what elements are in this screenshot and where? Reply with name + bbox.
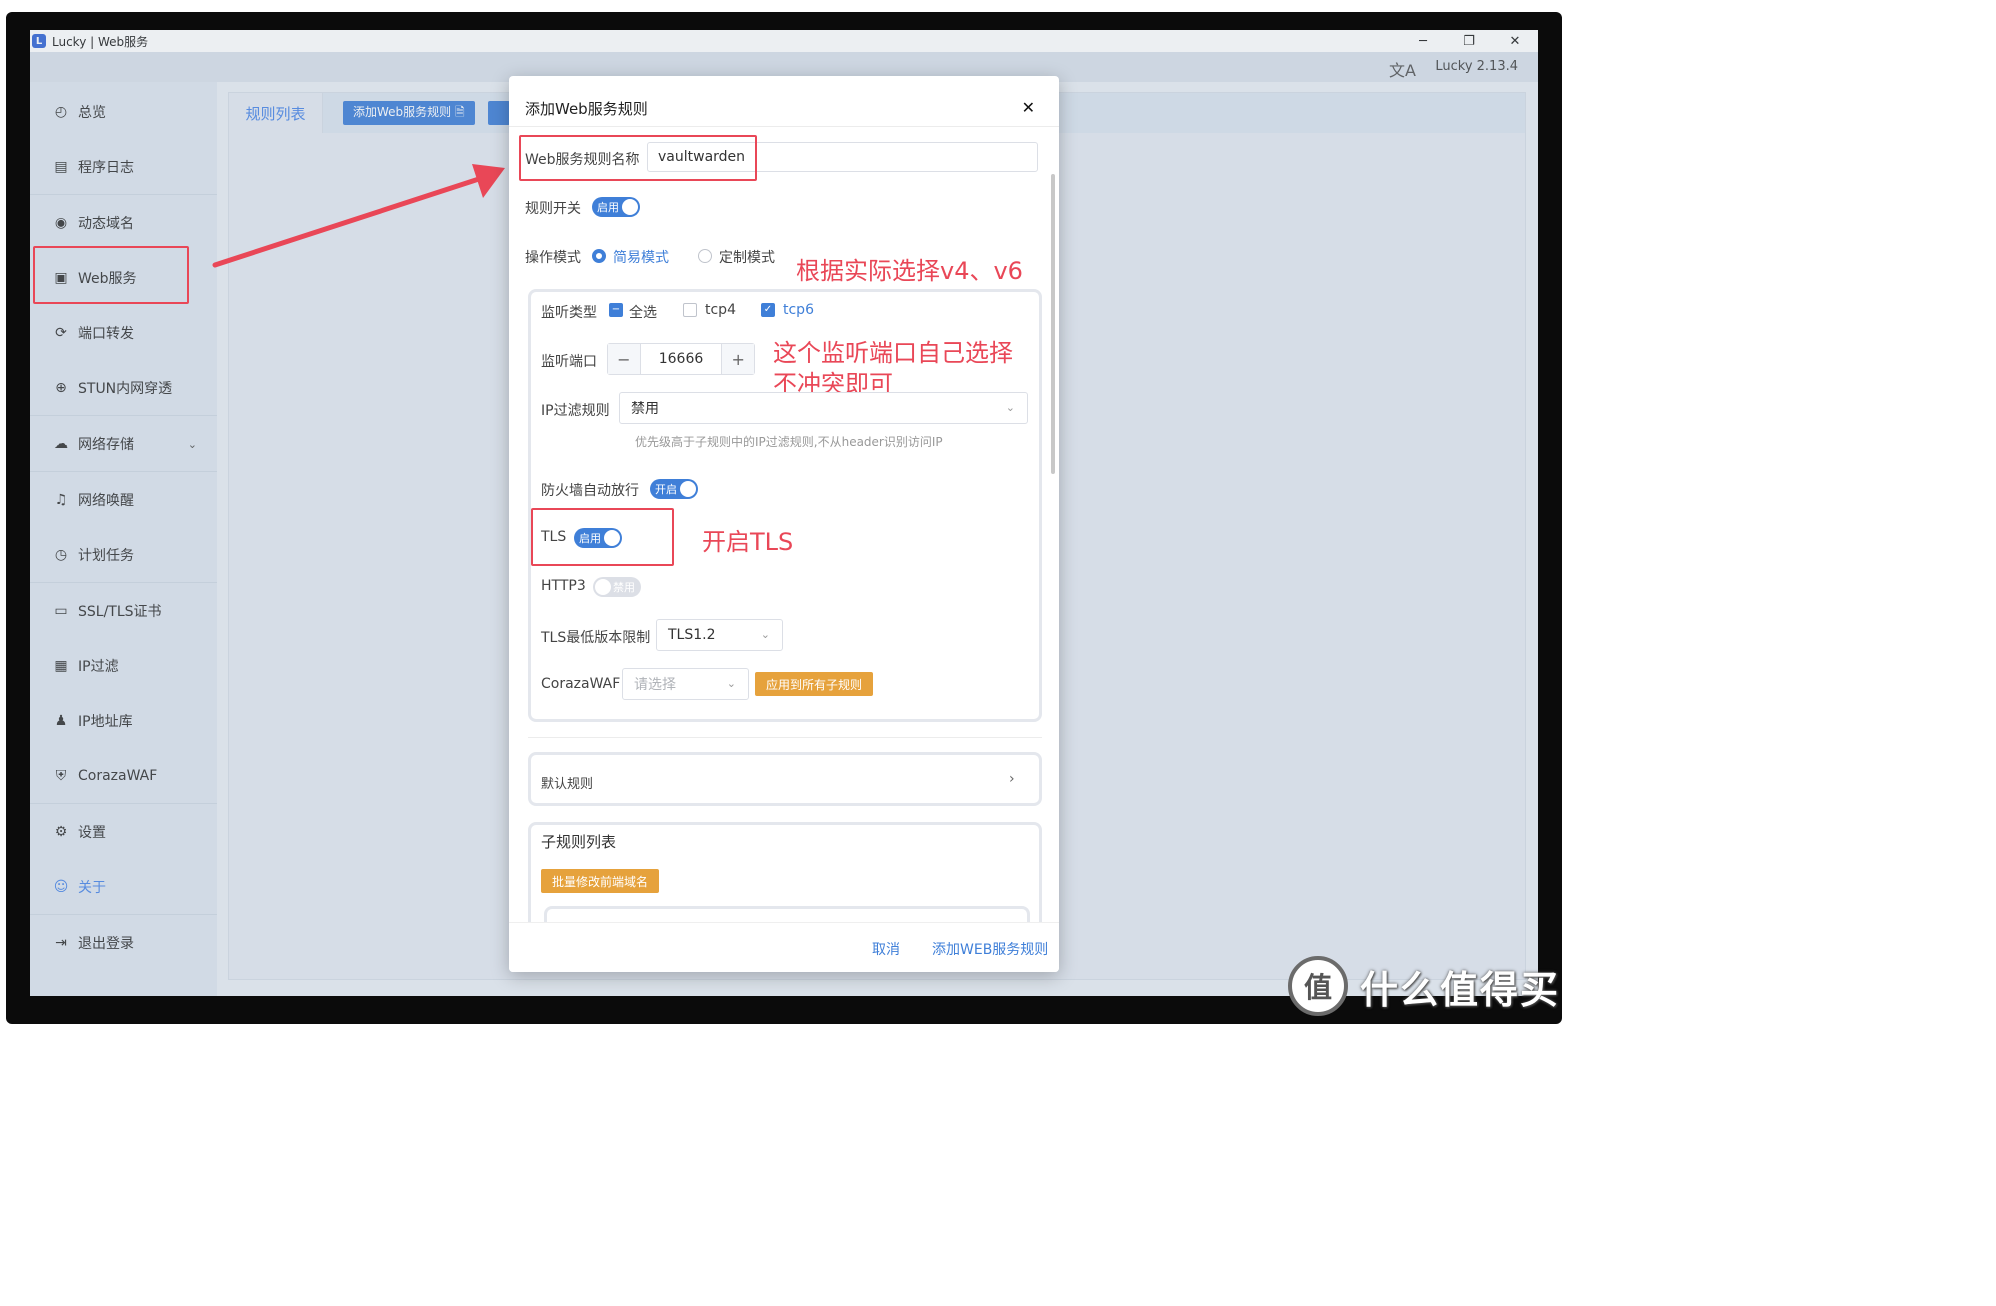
watermark-text: 什么值得买 bbox=[1359, 967, 1560, 1012]
apply-all-subrules-button[interactable]: 应用到所有子规则 bbox=[755, 672, 873, 696]
waf-select[interactable]: 请选择 ⌄ bbox=[622, 668, 749, 700]
watermark-logo-icon: 值 bbox=[1287, 956, 1348, 1016]
sub-rules-title: 子规则列表 bbox=[541, 833, 617, 851]
toggle-text: 启用 bbox=[597, 201, 619, 214]
ip-filter-hint: 优先级高于子规则中的IP过滤规则,不从header识别访问IP bbox=[635, 435, 943, 449]
close-icon[interactable]: ✕ bbox=[1022, 98, 1035, 117]
annotation-enable-tls: 开启TLS bbox=[702, 528, 794, 556]
dialog-divider bbox=[509, 126, 1059, 127]
annotation-port-line1: 这个监听端口自己选择 bbox=[773, 339, 1013, 367]
tcp6-label[interactable]: tcp6 bbox=[783, 302, 814, 318]
increment-button[interactable]: + bbox=[722, 344, 754, 374]
ip-filter-value: 禁用 bbox=[631, 401, 659, 417]
toggle-knob bbox=[680, 481, 696, 497]
toggle-knob bbox=[622, 199, 638, 215]
annotation-arrow bbox=[212, 164, 505, 268]
ip-filter-label: IP过滤规则 bbox=[541, 403, 610, 419]
tcp4-checkbox[interactable] bbox=[683, 303, 697, 317]
toggle-knob bbox=[595, 579, 611, 595]
dialog-footer: 取消 添加WEB服务规则 bbox=[509, 922, 1059, 972]
chevron-down-icon: ⌄ bbox=[726, 677, 736, 690]
annotation-choose-v4-v6: 根据实际选择v4、v6 bbox=[796, 257, 1023, 285]
default-rule-label: 默认规则 bbox=[541, 777, 594, 792]
tcp6-checkbox[interactable]: ✓ bbox=[761, 303, 775, 317]
custom-mode-label[interactable]: 定制模式 bbox=[719, 247, 775, 267]
dialog-title: 添加Web服务规则 bbox=[525, 100, 648, 118]
waf-placeholder: 请选择 bbox=[634, 677, 676, 693]
highlight-box-web-service bbox=[33, 246, 189, 304]
chevron-right-icon[interactable]: › bbox=[1009, 771, 1015, 787]
toggle-text: 禁用 bbox=[613, 581, 635, 594]
tls-min-version-value: TLS1.2 bbox=[668, 627, 716, 643]
firewall-label: 防火墙自动放行 bbox=[541, 483, 639, 499]
decrement-button[interactable]: − bbox=[608, 344, 640, 374]
rule-switch-toggle[interactable]: 启用 bbox=[592, 197, 640, 217]
section-divider bbox=[528, 737, 1042, 738]
firewall-toggle[interactable]: 开启 bbox=[650, 479, 698, 499]
http3-toggle[interactable]: 禁用 bbox=[593, 577, 641, 597]
highlight-box-tls bbox=[531, 508, 674, 566]
listen-type-label: 监听类型 bbox=[541, 305, 597, 321]
radio-custom-mode[interactable] bbox=[698, 249, 712, 263]
dialog-scrollbar[interactable] bbox=[1051, 174, 1055, 474]
add-web-rule-dialog: 添加Web服务规则 ✕ Web服务规则名称 vaultwarden 规则开关 启… bbox=[509, 76, 1059, 972]
rule-switch-label: 规则开关 bbox=[525, 201, 581, 217]
watermark: 值 什么值得买 bbox=[1287, 956, 1560, 1016]
listen-port-stepper[interactable]: − 16666 + bbox=[607, 343, 755, 375]
confirm-add-button[interactable]: 添加WEB服务规则 bbox=[932, 939, 1048, 959]
mode-label: 操作模式 bbox=[525, 250, 581, 266]
chevron-down-icon: ⌄ bbox=[760, 628, 770, 641]
select-all-checkbox[interactable]: − bbox=[609, 303, 623, 317]
waf-label: CorazaWAF bbox=[541, 676, 621, 692]
batch-edit-domain-button[interactable]: 批量修改前端域名 bbox=[541, 869, 659, 893]
select-all-label[interactable]: 全选 bbox=[629, 302, 657, 322]
ip-filter-select[interactable]: 禁用 ⌄ bbox=[619, 392, 1028, 424]
screenshot-frame: L Lucky | Web服务 ─ ❐ ✕ 文A Lucky 2.13.4 ◴ … bbox=[0, 0, 1568, 1026]
chevron-down-icon: ⌄ bbox=[1005, 401, 1015, 414]
simple-mode-label[interactable]: 简易模式 bbox=[613, 247, 669, 267]
highlight-box-rule-name bbox=[519, 135, 757, 181]
default-rule-card[interactable] bbox=[528, 752, 1042, 806]
listen-port-value[interactable]: 16666 bbox=[639, 344, 723, 374]
tcp4-label[interactable]: tcp4 bbox=[705, 302, 736, 318]
arrow-shaft bbox=[212, 174, 488, 268]
tls-min-version-select[interactable]: TLS1.2 ⌄ bbox=[656, 619, 783, 651]
tls-min-version-label: TLS最低版本限制 bbox=[541, 630, 651, 646]
cancel-button[interactable]: 取消 bbox=[872, 939, 900, 959]
http3-label: HTTP3 bbox=[541, 578, 586, 594]
listen-port-label: 监听端口 bbox=[541, 354, 597, 370]
radio-simple-mode[interactable] bbox=[592, 249, 606, 263]
toggle-text: 开启 bbox=[655, 483, 677, 496]
